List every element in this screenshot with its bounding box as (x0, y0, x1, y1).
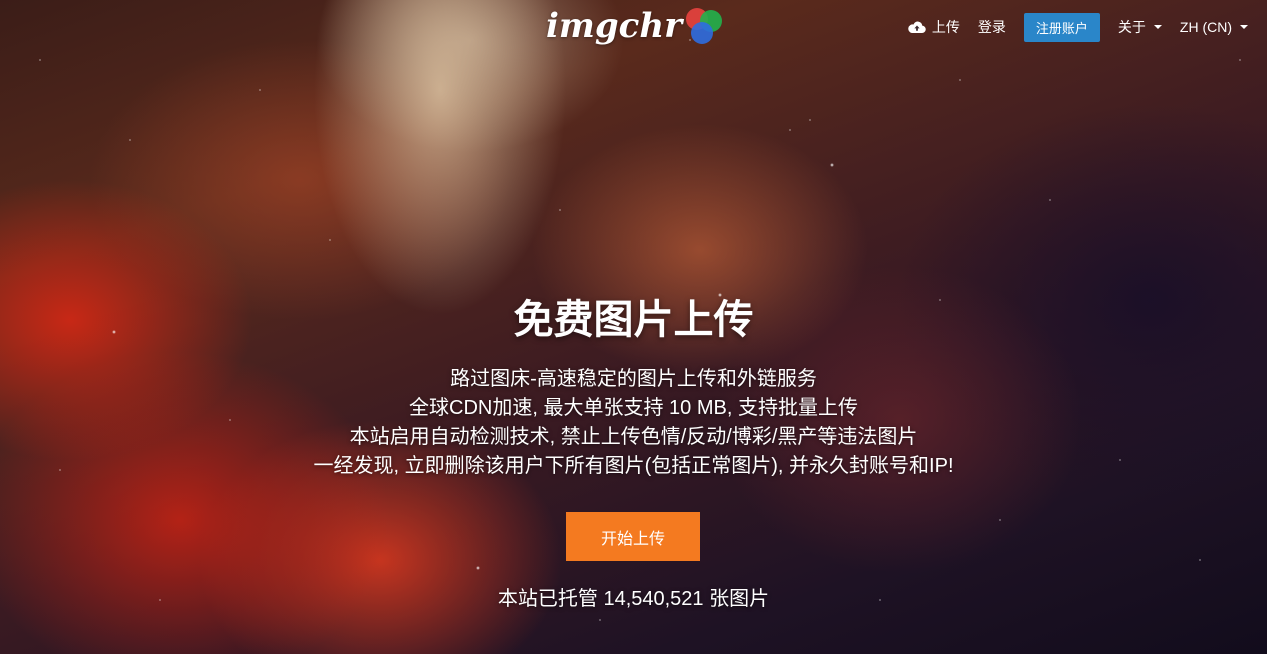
hero-description: 路过图床-高速稳定的图片上传和外链服务 全球CDN加速, 最大单张支持 10 M… (0, 365, 1267, 481)
cta-container: 开始上传 (566, 512, 700, 561)
language-label: ZH (CN) (1179, 19, 1232, 35)
hero-line: 本站启用自动检测技术, 禁止上传色情/反动/博彩/黑产等违法图片 (349, 426, 918, 448)
cloud-upload-icon (908, 21, 926, 34)
chevron-down-icon (1240, 25, 1248, 29)
hero-title: 免费图片上传 (513, 297, 754, 343)
top-navigation: imgchr 上传 登录 注册账户 关于 ZH (CN) (0, 0, 1267, 54)
logo-text: imgchr (546, 6, 682, 46)
about-menu[interactable]: 关于 (1109, 17, 1171, 37)
hero-line: 一经发现, 立即删除该用户下所有图片(包括正常图片), 并永久封账号和IP! (313, 455, 954, 477)
hero-section: 免费图片上传 路过图床-高速稳定的图片上传和外链服务 全球CDN加速, 最大单张… (0, 290, 1267, 481)
language-menu[interactable]: ZH (CN) (1171, 19, 1257, 35)
main-nav: 上传 登录 注册账户 关于 ZH (CN) (899, 12, 1257, 42)
register-button[interactable]: 注册账户 (1023, 12, 1100, 42)
site-logo[interactable]: imgchr (546, 6, 726, 46)
start-upload-button[interactable]: 开始上传 (566, 512, 700, 561)
upload-link[interactable]: 上传 (899, 17, 969, 37)
logo-circles-icon (686, 6, 726, 46)
hero-line: 路过图床-高速稳定的图片上传和外链服务 (450, 368, 817, 390)
hero-line: 全球CDN加速, 最大单张支持 10 MB, 支持批量上传 (409, 397, 858, 419)
about-label: 关于 (1117, 19, 1146, 35)
chevron-down-icon (1153, 25, 1162, 29)
upload-label: 上传 (931, 19, 960, 35)
login-link[interactable]: 登录 (969, 17, 1015, 37)
hosted-images-count: 本站已托管 14,540,521 张图片 (497, 588, 770, 610)
